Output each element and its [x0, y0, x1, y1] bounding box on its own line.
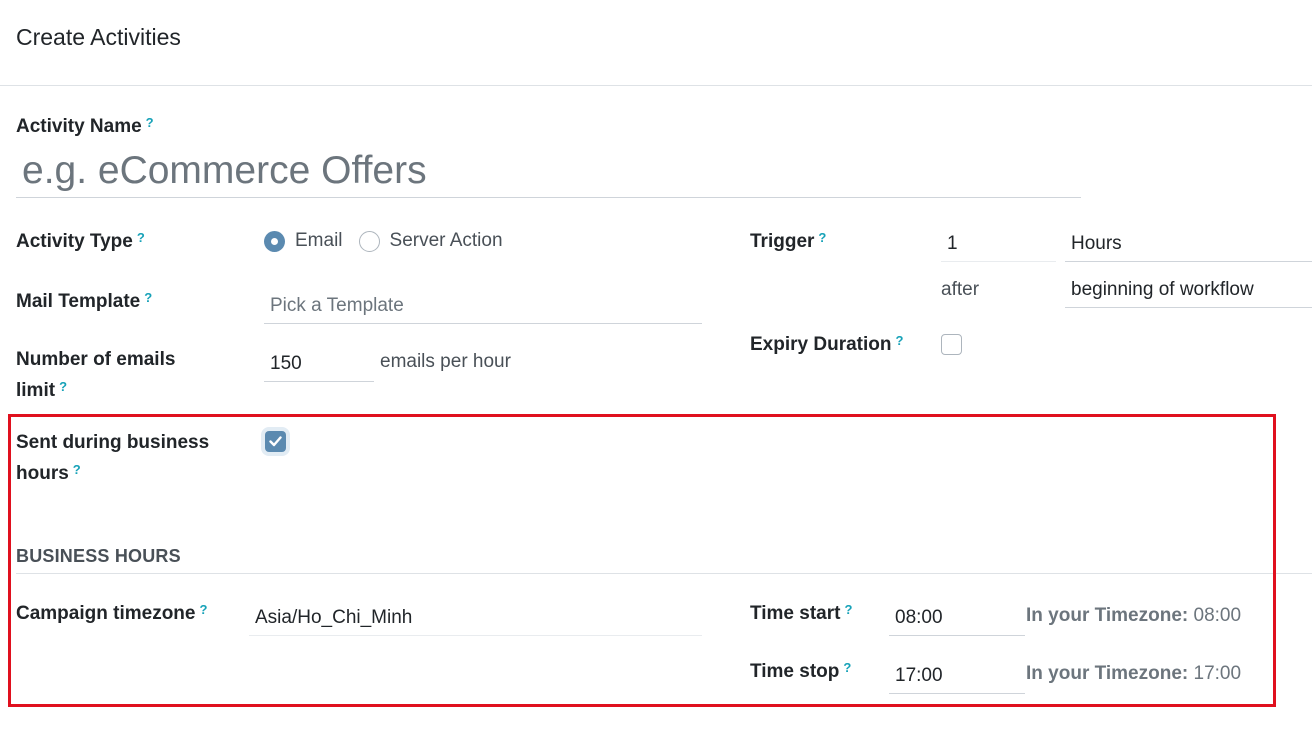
time-start-label-text: Time start	[750, 603, 841, 624]
radio-email-indicator[interactable]	[264, 230, 285, 252]
mail-template-label-text: Mail Template	[16, 291, 141, 312]
time-start-help-icon[interactable]: ?	[844, 602, 852, 617]
time-start-tz-note: In your Timezone: 08:00	[1026, 602, 1241, 630]
time-stop-label: Time stop?	[750, 656, 851, 687]
section-divider	[16, 573, 1312, 574]
activity-name-input[interactable]	[16, 144, 1081, 198]
mail-template-help-icon[interactable]: ?	[144, 290, 152, 305]
campaign-timezone-label: Campaign timezone?	[16, 598, 207, 629]
radio-email-label[interactable]: Email	[295, 230, 343, 252]
business-hours-section-title: BUSINESS HOURS	[16, 546, 181, 566]
time-stop-help-icon[interactable]: ?	[843, 660, 851, 675]
emails-limit-suffix: emails per hour	[380, 351, 511, 372]
campaign-timezone-select[interactable]	[249, 600, 702, 636]
time-start-tz-label: In your Timezone:	[1026, 605, 1189, 626]
campaign-timezone-label-text: Campaign timezone	[16, 603, 196, 624]
activity-type-label: Activity Type?	[16, 226, 145, 257]
business-hours-checkbox[interactable]	[265, 431, 286, 452]
checkmark-icon	[269, 436, 282, 447]
time-start-input[interactable]	[889, 600, 1025, 636]
campaign-timezone-help-icon[interactable]: ?	[199, 602, 207, 617]
time-stop-label-text: Time stop	[750, 661, 840, 682]
trigger-unit-select[interactable]	[1065, 226, 1312, 262]
activity-name-help-icon[interactable]: ?	[146, 115, 154, 130]
trigger-after-text: after	[941, 279, 980, 300]
emails-limit-label-line1: Number of emails	[16, 349, 176, 370]
business-hours-toggle-label: Sent during business hours?	[16, 427, 209, 489]
expiry-duration-label-text: Expiry Duration	[750, 334, 892, 355]
mail-template-input[interactable]	[264, 288, 702, 324]
activity-name-label-text: Activity Name	[16, 116, 142, 137]
business-hours-toggle-label-line2: hours	[16, 463, 69, 484]
activity-type-radio-group: Email Server Action	[264, 227, 519, 255]
activity-type-help-icon[interactable]: ?	[137, 230, 145, 245]
business-hours-toggle-label-line1: Sent during business	[16, 432, 210, 453]
emails-limit-label-line2: limit	[16, 380, 56, 401]
radio-server-action-indicator[interactable]	[358, 230, 380, 252]
trigger-interval-input[interactable]	[941, 226, 1056, 262]
activity-type-label-text: Activity Type	[16, 231, 133, 252]
radio-server-action[interactable]: Server Action	[358, 230, 503, 252]
trigger-label: Trigger?	[750, 226, 826, 257]
emails-limit-label: Number of emails limit?	[16, 344, 175, 406]
time-stop-input[interactable]	[889, 658, 1025, 694]
expiry-duration-checkbox[interactable]	[941, 334, 962, 355]
dialog-header: Create Activities	[0, 0, 1312, 86]
radio-server-action-label[interactable]: Server Action	[390, 230, 503, 252]
time-start-label: Time start?	[750, 598, 852, 629]
emails-limit-help-icon[interactable]: ?	[59, 379, 67, 394]
activity-name-label: Activity Name?	[16, 111, 154, 142]
trigger-type-select[interactable]	[1065, 272, 1312, 308]
expiry-duration-help-icon[interactable]: ?	[895, 333, 903, 348]
time-stop-tz-value: 17:00	[1193, 663, 1242, 684]
dialog-title: Create Activities	[16, 24, 181, 50]
time-stop-tz-label: In your Timezone:	[1026, 663, 1189, 684]
mail-template-label: Mail Template?	[16, 286, 152, 317]
time-stop-tz-note: In your Timezone: 17:00	[1026, 660, 1241, 688]
expiry-duration-label: Expiry Duration?	[750, 329, 903, 360]
emails-limit-input[interactable]	[264, 346, 374, 382]
trigger-help-icon[interactable]: ?	[818, 230, 826, 245]
time-start-tz-value: 08:00	[1193, 605, 1242, 626]
business-hours-toggle-help-icon[interactable]: ?	[73, 462, 81, 477]
trigger-label-text: Trigger	[750, 231, 815, 252]
radio-email[interactable]: Email	[264, 230, 343, 252]
